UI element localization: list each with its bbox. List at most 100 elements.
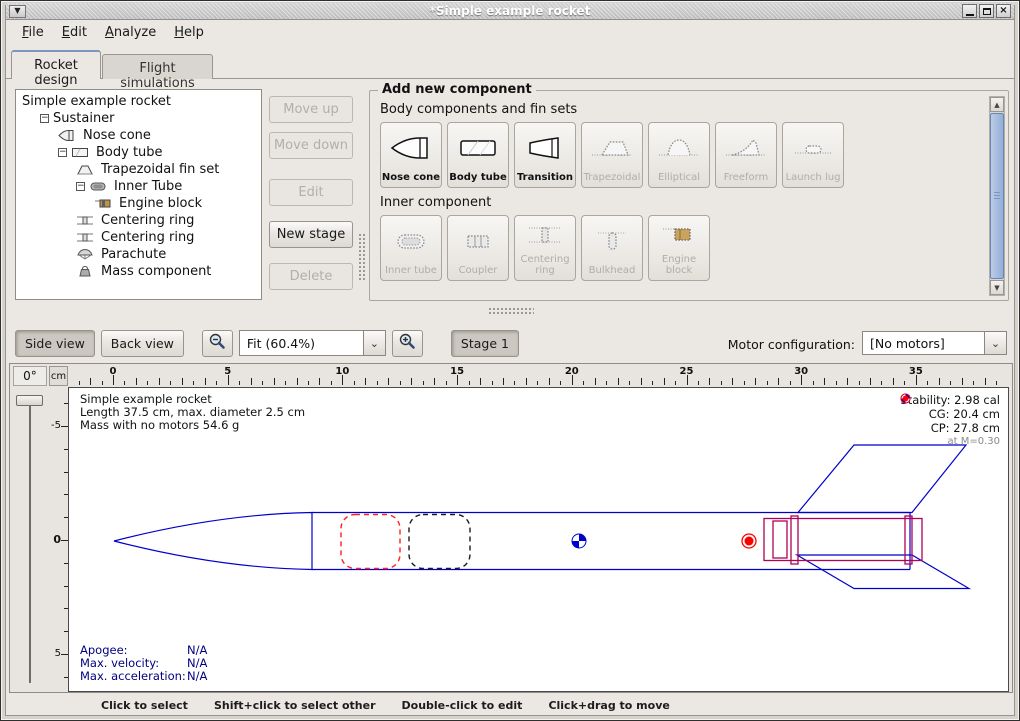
add-inner-tube-button[interactable]: Inner tube: [380, 215, 442, 281]
motor-configuration-label: Motor configuration:: [728, 337, 855, 352]
ruler-label: 20: [565, 366, 579, 377]
motor-configuration-combobox[interactable]: [No motors] ⌄: [862, 331, 1007, 357]
tree-item-label: Simple example rocket: [22, 94, 171, 109]
collapse-icon[interactable]: −: [58, 148, 67, 157]
ruler-tick: [927, 381, 928, 385]
ruler-tick: [170, 381, 171, 385]
ruler-tick: [61, 654, 68, 655]
tree-item-nose-cone[interactable]: Nose cone: [16, 127, 261, 144]
component-button-label: Trapezoidal: [584, 172, 641, 183]
fin-upper: [798, 445, 966, 513]
add-transition-button[interactable]: Transition: [514, 122, 576, 188]
delete-button[interactable]: Delete: [269, 263, 353, 290]
engineblock-icon: [94, 197, 114, 210]
ruler-tick: [205, 378, 206, 385]
ruler-tick: [297, 378, 298, 385]
horizontal-splitter-handle[interactable]: [488, 307, 534, 316]
add-bulkhead-button[interactable]: Bulkhead: [581, 215, 643, 281]
add-trapezoidal-button[interactable]: Trapezoidal: [581, 122, 643, 188]
vertical-splitter-handle[interactable]: [358, 233, 365, 281]
stage-1-toggle[interactable]: Stage 1: [451, 330, 519, 357]
add-elliptical-button[interactable]: Elliptical: [648, 122, 710, 188]
add-freeform-button[interactable]: Freeform: [715, 122, 777, 188]
collapse-icon[interactable]: −: [76, 182, 85, 191]
tree-item-centering-ring[interactable]: Centering ring: [16, 212, 261, 229]
add-engine-block-button[interactable]: Engine block: [648, 215, 710, 281]
add-launch-lug-button[interactable]: Launch lug: [782, 122, 844, 188]
chevron-down-icon[interactable]: ⌄: [984, 331, 1007, 355]
ruler-tick: [904, 381, 905, 385]
ruler-tick: [136, 378, 137, 385]
new-stage-button[interactable]: New stage: [269, 221, 353, 248]
ruler-tick: [285, 381, 286, 385]
tab-flight-simulations[interactable]: Flight simulations: [102, 54, 213, 79]
zoom-level-value: Fit (60.4%): [239, 330, 363, 356]
rotation-slider[interactable]: [13, 389, 47, 689]
nosecone-icon: [58, 129, 78, 142]
back-view-button[interactable]: Back view: [101, 330, 184, 357]
slider-handle[interactable]: [16, 395, 43, 406]
minimize-icon: [966, 14, 974, 16]
tree-item-inner-tube[interactable]: −Inner Tube: [16, 178, 261, 195]
tree-item-label: Centering ring: [101, 213, 194, 228]
ruler-tick: [560, 381, 561, 385]
move-down-button[interactable]: Move down: [269, 132, 353, 159]
tree-item-mass-component[interactable]: Mass component: [16, 263, 261, 280]
cg-value: CG: 20.4 cm: [929, 407, 1000, 421]
ruler-tick: [90, 378, 91, 385]
rotation-angle-field[interactable]: 0°: [13, 366, 47, 386]
tab-rocket-design[interactable]: Rocket design: [11, 50, 101, 79]
tree-item-trapezoidal-fin-set[interactable]: Trapezoidal fin set: [16, 161, 261, 178]
tree-item-centering-ring[interactable]: Centering ring: [16, 229, 261, 246]
menu-edit[interactable]: Edit: [53, 22, 96, 43]
add-coupler-button[interactable]: Coupler: [447, 215, 509, 281]
minimize-button[interactable]: [962, 4, 977, 18]
menu-file[interactable]: File: [13, 22, 53, 43]
side-view-button[interactable]: Side view: [15, 330, 95, 357]
add-body-tube-button[interactable]: Body tube: [447, 122, 509, 188]
ruler-tick: [824, 378, 825, 385]
mach-condition: at M=0.30: [900, 435, 1000, 449]
edit-button[interactable]: Edit: [269, 179, 353, 206]
tree-item-label: Mass component: [101, 264, 211, 279]
ruler-tick: [377, 381, 378, 385]
move-up-button[interactable]: Move up: [269, 96, 353, 123]
ruler-tick: [721, 381, 722, 385]
parachute-outline: [341, 515, 400, 569]
centeringring-icon: [76, 214, 96, 227]
component-button-label: Body tube: [449, 172, 507, 183]
collapse-icon[interactable]: −: [40, 114, 49, 123]
rocket-info-line: Mass with no motors 54.6 g: [80, 419, 305, 432]
tree-item-sustainer[interactable]: −Sustainer: [16, 110, 261, 127]
tree-item-parachute[interactable]: Parachute: [16, 246, 261, 263]
zoom-out-button[interactable]: [202, 330, 233, 357]
window-menu-icon[interactable]: ▼: [9, 5, 26, 18]
maximize-button[interactable]: [979, 4, 994, 18]
ruler-tick: [193, 381, 194, 385]
add-nose-cone-button[interactable]: Nose cone: [380, 122, 442, 188]
tree-item-simple-example-rocket[interactable]: Simple example rocket: [16, 93, 261, 110]
status-hint: Double-click to edit: [402, 699, 523, 712]
scroll-down-icon[interactable]: ▼: [990, 280, 1004, 295]
component-panel-scrollbar[interactable]: ▲ ▼: [989, 96, 1005, 296]
tree-item-body-tube[interactable]: −Body tube: [16, 144, 261, 161]
component-tree[interactable]: Simple example rocket−SustainerNose cone…: [15, 89, 262, 300]
ruler-tick: [755, 378, 756, 385]
rocket-canvas[interactable]: Simple example rocketLength 37.5 cm, max…: [68, 387, 1009, 692]
menu-analyze[interactable]: Analyze: [96, 22, 165, 43]
engineblock-icon: [649, 216, 709, 254]
nosecone-icon: [381, 123, 441, 172]
zoom-in-button[interactable]: [392, 330, 423, 357]
zoom-level-combobox[interactable]: Fit (60.4%) ⌄: [239, 330, 386, 356]
tree-item-engine-block[interactable]: Engine block: [16, 195, 261, 212]
chevron-down-icon[interactable]: ⌄: [363, 330, 386, 356]
tree-item-label: Nose cone: [83, 128, 151, 143]
ruler-unit-label: cm: [49, 366, 68, 386]
ruler-tick: [732, 378, 733, 385]
scrollbar-thumb[interactable]: [990, 113, 1004, 279]
add-centering-ring-button[interactable]: Centering ring: [514, 215, 576, 281]
menu-help[interactable]: Help: [165, 22, 213, 43]
scroll-up-icon[interactable]: ▲: [990, 97, 1004, 112]
close-button[interactable]: ×: [996, 4, 1011, 18]
ruler-tick: [813, 381, 814, 385]
